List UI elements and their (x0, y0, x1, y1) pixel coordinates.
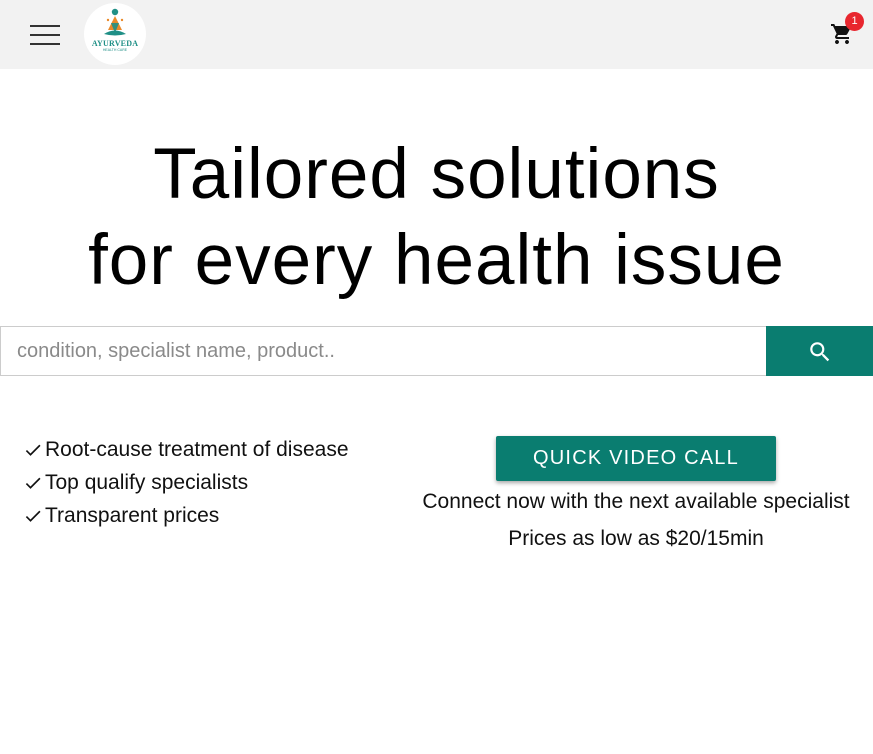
feature-text: Top qualify specialists (45, 471, 249, 494)
feature-item: Root-cause treatment of disease (22, 433, 349, 466)
feature-text: Root-cause treatment of disease (45, 438, 349, 461)
hero-line-2: for every health issue (88, 221, 785, 300)
video-call-subtitle: Connect now with the next available spec… (422, 490, 850, 513)
hero-headline: Tailored solutions for every health issu… (0, 132, 873, 304)
feature-item: Top qualify specialists (22, 466, 349, 499)
checkmark-icon (25, 510, 41, 522)
feature-text: Transparent prices (45, 504, 220, 527)
meditating-figure-icon (104, 8, 126, 36)
logo-text: AYURVEDA (91, 39, 139, 48)
search-button[interactable] (766, 326, 873, 376)
checkmark-icon (25, 477, 41, 489)
feature-list: Root-cause treatment of disease Top qual… (22, 433, 349, 532)
hamburger-menu-icon[interactable] (30, 25, 60, 45)
search-input[interactable] (0, 326, 766, 376)
search-icon (810, 342, 830, 362)
menu-line (30, 25, 60, 27)
logo-subtext: HEALTH CARE (102, 48, 128, 52)
checkmark-icon (25, 444, 41, 456)
video-call-price: Prices as low as $20/15min (508, 527, 764, 550)
menu-line (30, 43, 60, 45)
hero-line-1: Tailored solutions (153, 135, 720, 214)
feature-item: Transparent prices (22, 499, 349, 532)
cart-count-badge: 1 (845, 12, 864, 31)
search-bar (0, 326, 873, 376)
menu-line (30, 34, 60, 36)
quick-video-call-button[interactable]: QUICK VIDEO CALL (496, 436, 776, 481)
top-navigation-bar: AYURVEDA HEALTH CARE 1 (0, 0, 873, 69)
ayurveda-logo[interactable]: AYURVEDA HEALTH CARE (84, 3, 146, 65)
